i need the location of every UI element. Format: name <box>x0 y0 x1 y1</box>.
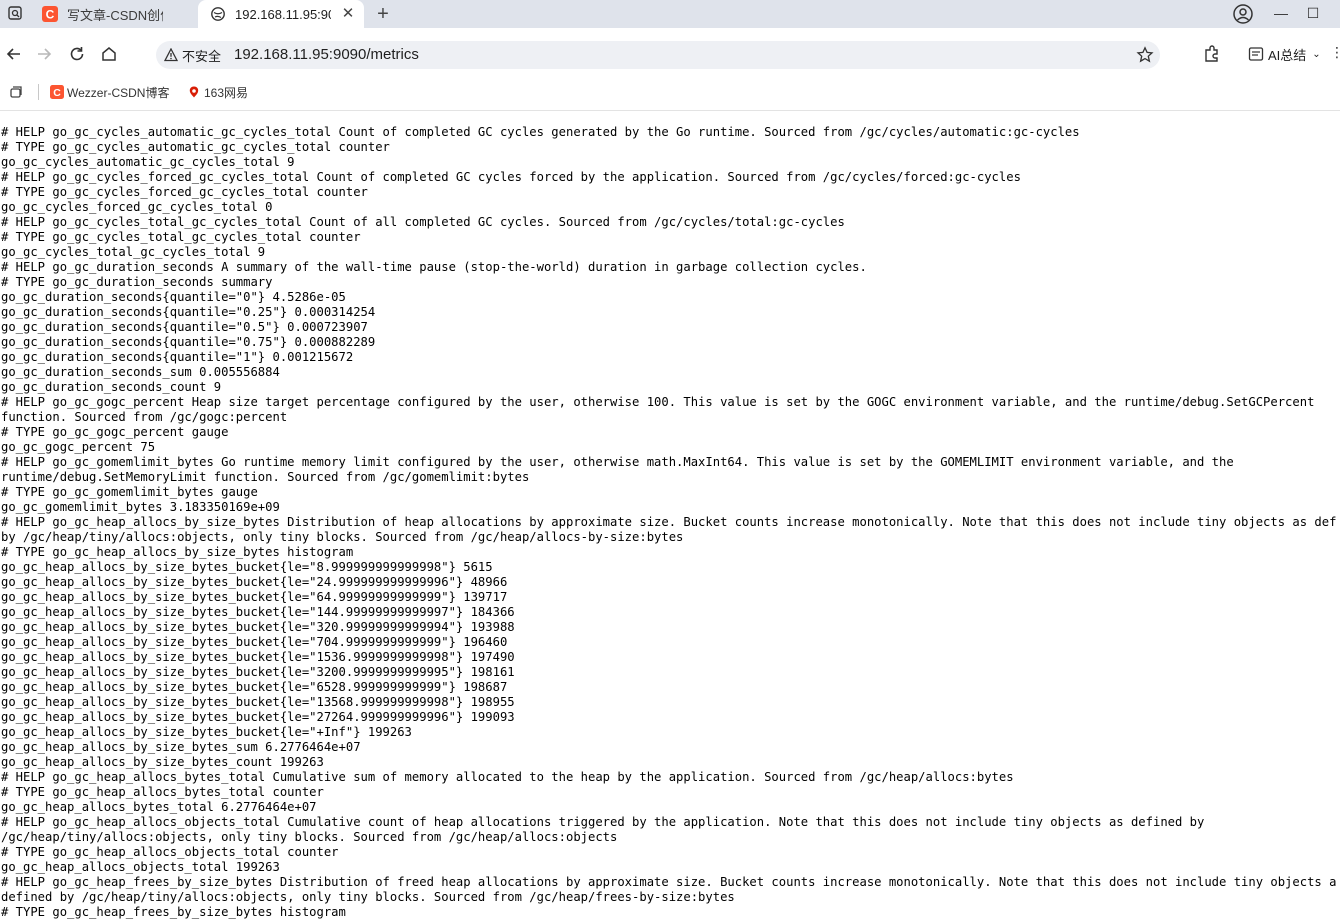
bookmark-csdn-blog[interactable]: C Wezzer-CSDN博客 <box>50 82 169 102</box>
back-button[interactable] <box>2 42 26 66</box>
tab-title: 写文章-CSDN创作中心 <box>67 7 163 23</box>
metric-comment-line: # HELP go_gc_cycles_automatic_gc_cycles_… <box>1 125 1080 139</box>
netease-logo-icon <box>189 86 199 98</box>
metric-value-line: go_gc_duration_seconds{quantile="0.25"} … <box>1 305 376 319</box>
security-label: 不安全 <box>182 48 222 64</box>
metric-value-line: go_gc_cycles_forced_gc_cycles_total 0 <box>1 200 273 214</box>
metric-value-line: go_gc_heap_allocs_by_size_bytes_bucket{l… <box>1 590 508 604</box>
bookmark-star-icon[interactable] <box>1136 46 1154 64</box>
new-tab-button[interactable]: + <box>372 3 394 25</box>
tab-strip: C 写文章-CSDN创作中心 192.168.11.95:90 ✕ + — ☐ <box>0 0 1340 28</box>
metric-value-line: go_gc_heap_allocs_by_size_bytes_bucket{l… <box>1 725 412 739</box>
metric-comment-line: # HELP go_gc_heap_allocs_by_size_bytes D… <box>1 515 1337 529</box>
metric-comment-line: # HELP go_gc_gogc_percent Heap size targ… <box>1 395 1315 409</box>
metric-value-line: /gc/heap/tiny/allocs:objects, only tiny … <box>1 830 618 844</box>
metric-value-line: go_gc_heap_allocs_by_size_bytes_bucket{l… <box>1 710 515 724</box>
metric-comment-line: # HELP go_gc_gomemlimit_bytes Go runtime… <box>1 455 1234 469</box>
csdn-logo-icon: C <box>50 85 64 99</box>
reload-icon <box>70 47 84 61</box>
metric-value-line: go_gc_heap_allocs_by_size_bytes_bucket{l… <box>1 695 515 709</box>
close-tab-icon[interactable]: ✕ <box>340 6 356 22</box>
metric-value-line: go_gc_cycles_automatic_gc_cycles_total 9 <box>1 155 295 169</box>
profile-icon[interactable] <box>1232 3 1254 25</box>
metric-value-line: go_gc_gogc_percent 75 <box>1 440 156 454</box>
metric-value-line: go_gc_heap_allocs_by_size_bytes_bucket{l… <box>1 575 508 589</box>
tab-title: 192.168.11.95:90 <box>235 6 331 22</box>
tab-csdn-editor[interactable]: C 写文章-CSDN创作中心 <box>30 0 196 28</box>
metric-value-line: defined by /gc/heap/tiny/allocs:objects,… <box>1 890 735 904</box>
metric-value-line: go_gc_heap_allocs_by_size_bytes_bucket{l… <box>1 560 493 574</box>
metric-value-line: go_gc_cycles_total_gc_cycles_total 9 <box>1 245 266 259</box>
bookmarks-bar: C Wezzer-CSDN博客 163网易 <box>0 80 1340 111</box>
home-icon <box>102 47 116 61</box>
extensions-icon[interactable] <box>1202 44 1222 64</box>
back-arrow-icon <box>6 48 20 60</box>
metric-comment-line: # TYPE go_gc_gogc_percent gauge <box>1 425 229 439</box>
csdn-logo-icon: C <box>42 6 58 22</box>
metric-comment-line: # TYPE go_gc_cycles_automatic_gc_cycles_… <box>1 140 390 154</box>
metric-value-line: go_gc_duration_seconds{quantile="0.75"} … <box>1 335 376 349</box>
metric-comment-line: # HELP go_gc_heap_frees_by_size_bytes Di… <box>1 875 1337 889</box>
metric-value-line: go_gc_duration_seconds{quantile="1"} 0.0… <box>1 350 354 364</box>
address-bar[interactable]: 不安全 192.168.11.95:9090/metrics <box>156 41 1160 69</box>
svg-text:C: C <box>53 87 61 99</box>
metric-comment-line: # HELP go_gc_duration_seconds A summary … <box>1 260 867 274</box>
metric-value-line: go_gc_heap_allocs_bytes_total 6.2776464e… <box>1 800 317 814</box>
metric-comment-line: # HELP go_gc_heap_allocs_objects_total C… <box>1 815 1205 829</box>
metric-comment-line: # TYPE go_gc_cycles_forced_gc_cycles_tot… <box>1 185 368 199</box>
metric-comment-line: # TYPE go_gc_heap_allocs_objects_total c… <box>1 845 339 859</box>
metric-value-line: go_gc_duration_seconds_count 9 <box>1 380 222 394</box>
metric-value-line: go_gc_heap_allocs_by_size_bytes_bucket{l… <box>1 635 508 649</box>
metric-value-line: go_gc_heap_allocs_by_size_bytes_count 19… <box>1 755 324 769</box>
metric-value-line: go_gc_duration_seconds{quantile="0.5"} 0… <box>1 320 368 334</box>
browser-toolbar: 不安全 192.168.11.95:9090/metrics AI总结 ⌄ ⋮ <box>0 28 1340 80</box>
forward-arrow-icon <box>38 48 52 60</box>
url-text[interactable]: 192.168.11.95:9090/metrics <box>234 46 419 64</box>
tab-groups-icon[interactable] <box>8 84 24 100</box>
metric-comment-line: # TYPE go_gc_duration_seconds summary <box>1 275 273 289</box>
bookmarks-divider <box>38 84 39 100</box>
warning-icon <box>164 48 178 62</box>
chevron-down-icon: ⌄ <box>1312 48 1321 60</box>
metric-value-line: go_gc_duration_seconds{quantile="0"} 4.5… <box>1 290 346 304</box>
metric-value-line: go_gc_heap_allocs_by_size_bytes_bucket{l… <box>1 680 508 694</box>
metric-comment-line: # TYPE go_gc_heap_frees_by_size_bytes hi… <box>1 905 346 919</box>
metric-value-line: go_gc_heap_allocs_by_size_bytes_bucket{l… <box>1 605 515 619</box>
ai-summary-label: AI总结 <box>1268 47 1307 63</box>
metric-value-line: go_gc_heap_allocs_by_size_bytes_sum 6.27… <box>1 740 361 754</box>
metric-value-line: go_gc_heap_allocs_by_size_bytes_bucket{l… <box>1 665 515 679</box>
metric-value-line: function. Sourced from /gc/gogc:percent <box>1 410 288 424</box>
metric-comment-line: # TYPE go_gc_gomemlimit_bytes gauge <box>1 485 258 499</box>
metric-value-line: go_gc_gomemlimit_bytes 3.183350169e+09 <box>1 500 280 514</box>
security-indicator[interactable]: 不安全 <box>164 46 221 64</box>
tab-search-icon[interactable] <box>6 4 24 22</box>
svg-text:C: C <box>46 8 55 22</box>
more-menu-icon[interactable]: ⋮ <box>1330 44 1340 64</box>
metric-comment-line: # TYPE go_gc_heap_allocs_by_size_bytes h… <box>1 545 354 559</box>
metric-value-line: by /gc/heap/tiny/allocs:objects, only ti… <box>1 530 684 544</box>
minimize-window-icon[interactable]: — <box>1269 2 1293 24</box>
metric-value-line: go_gc_heap_allocs_objects_total 199263 <box>1 860 280 874</box>
metrics-text: # HELP go_gc_cycles_automatic_gc_cycles_… <box>1 125 1337 920</box>
ai-summary-icon <box>1248 47 1264 61</box>
metric-value-line: go_gc_heap_allocs_by_size_bytes_bucket{l… <box>1 620 515 634</box>
forward-button[interactable] <box>32 42 56 66</box>
bookmark-163[interactable]: 163网易 <box>187 82 248 102</box>
bookmark-label: 163网易 <box>204 85 249 100</box>
metric-comment-line: # TYPE go_gc_cycles_total_gc_cycles_tota… <box>1 230 361 244</box>
metric-value-line: runtime/debug.SetMemoryLimit function. S… <box>1 470 530 484</box>
tab-metrics[interactable]: 192.168.11.95:90 ✕ <box>198 0 364 28</box>
metric-comment-line: # HELP go_gc_heap_allocs_bytes_total Cum… <box>1 770 1014 784</box>
metric-value-line: go_gc_duration_seconds_sum 0.005556884 <box>1 365 280 379</box>
maximize-window-icon[interactable]: ☐ <box>1301 2 1325 24</box>
metric-comment-line: # TYPE go_gc_heap_allocs_bytes_total cou… <box>1 785 324 799</box>
ai-summary-button[interactable]: AI总结 ⌄ <box>1248 44 1321 64</box>
metric-value-line: go_gc_heap_allocs_by_size_bytes_bucket{l… <box>1 650 515 664</box>
globe-icon <box>211 7 225 21</box>
bookmark-label: Wezzer-CSDN博客 <box>67 85 170 100</box>
reload-button[interactable] <box>65 42 89 66</box>
metric-comment-line: # HELP go_gc_cycles_forced_gc_cycles_tot… <box>1 170 1021 184</box>
home-button[interactable] <box>97 42 121 66</box>
metric-comment-line: # HELP go_gc_cycles_total_gc_cycles_tota… <box>1 215 845 229</box>
